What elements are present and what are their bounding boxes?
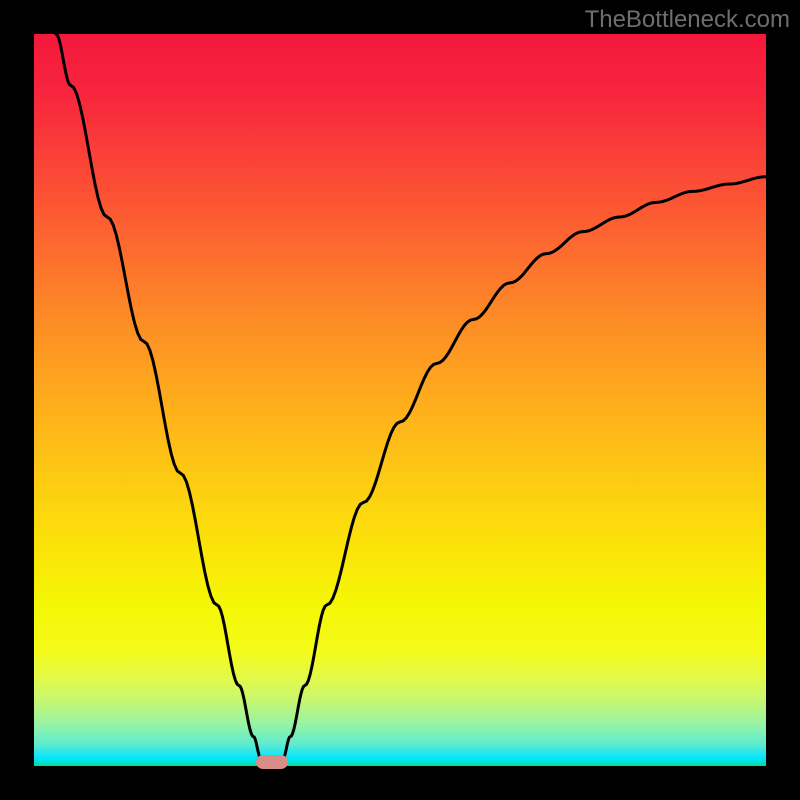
chart-frame: TheBottleneck.com (0, 0, 800, 800)
watermark-text: TheBottleneck.com (585, 6, 790, 34)
bottleneck-curve (34, 34, 766, 766)
optimum-marker (256, 755, 288, 769)
plot-area (34, 34, 766, 766)
